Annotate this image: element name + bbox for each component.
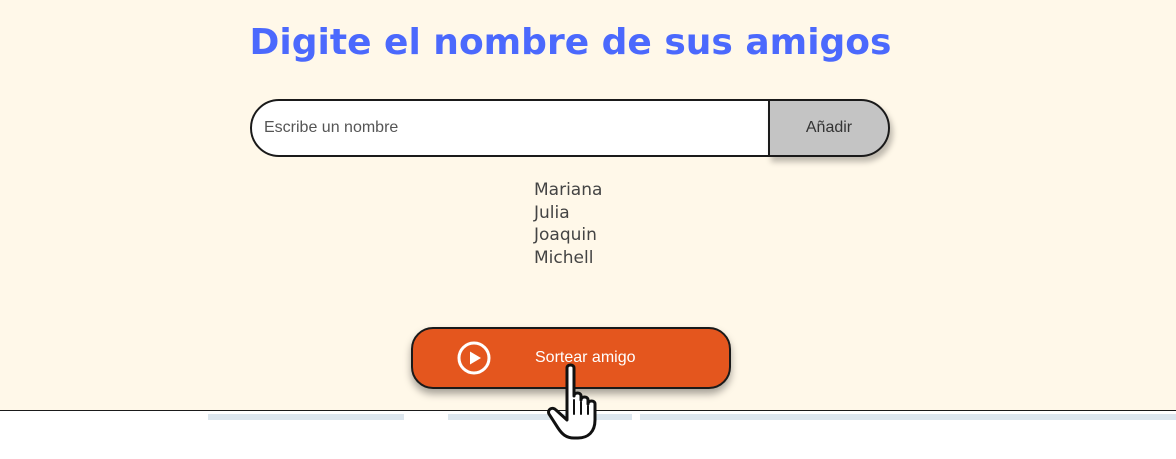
play-circle-icon	[457, 341, 491, 375]
add-button[interactable]: Añadir	[768, 99, 890, 157]
input-row: Añadir	[250, 99, 892, 157]
bottom-strip	[208, 414, 404, 420]
draw-friend-label: Sortear amigo	[535, 349, 636, 366]
list-item: Julia	[534, 202, 570, 223]
list-item: Michell	[534, 247, 594, 268]
bottom-strip	[640, 414, 1176, 420]
main-section: Digite el nombre de sus amigos Añadir Ma…	[0, 0, 1176, 411]
bottom-strip	[448, 414, 632, 420]
page-title: Digite el nombre de sus amigos	[249, 22, 892, 63]
list-item: Mariana	[534, 180, 603, 200]
friends-list: Mariana Julia Joaquin Michell	[534, 179, 602, 269]
draw-friend-button[interactable]: Sortear amigo	[411, 327, 731, 389]
friend-name-input[interactable]	[250, 99, 770, 157]
list-item: Joaquin	[534, 225, 597, 245]
